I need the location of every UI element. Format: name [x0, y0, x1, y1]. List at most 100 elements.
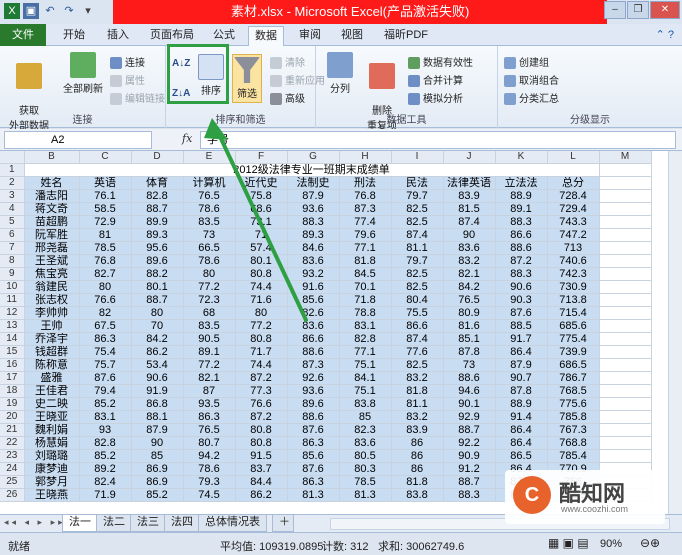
- row-header[interactable]: 9: [0, 267, 25, 282]
- tab-view[interactable]: 视图: [334, 26, 370, 46]
- data-cell[interactable]: 73.1: [235, 215, 288, 230]
- data-cell[interactable]: 88.9: [495, 397, 548, 412]
- data-cell[interactable]: 90.7: [495, 371, 548, 386]
- sheet-tab-2[interactable]: 法二: [96, 515, 132, 532]
- row-header[interactable]: 1: [0, 163, 25, 178]
- data-cell[interactable]: 83.2: [443, 254, 496, 269]
- data-cell[interactable]: 86.9: [131, 462, 184, 477]
- text-to-columns-button[interactable]: 分列: [324, 52, 356, 95]
- data-cell[interactable]: 84.2: [443, 280, 496, 295]
- column-header[interactable]: E: [183, 151, 236, 165]
- data-cell[interactable]: 74.4: [235, 280, 288, 295]
- data-cell[interactable]: 89.1: [183, 345, 236, 360]
- help-icon[interactable]: ⌃ ?: [656, 28, 674, 41]
- data-cell[interactable]: 91.5: [235, 449, 288, 464]
- column-header[interactable]: I: [391, 151, 444, 165]
- select-all-corner[interactable]: [0, 151, 25, 165]
- data-cell[interactable]: 82.3: [339, 423, 392, 438]
- row-header[interactable]: 4: [0, 202, 25, 217]
- data-cell[interactable]: 82.8: [79, 436, 132, 451]
- undo-icon[interactable]: ↶: [42, 3, 58, 19]
- row-header[interactable]: 10: [0, 280, 25, 295]
- data-cell[interactable]: 767.3: [547, 423, 600, 438]
- data-cell[interactable]: 86.5: [495, 449, 548, 464]
- data-cell[interactable]: 75.8: [235, 189, 288, 204]
- header-cell[interactable]: 总分: [547, 176, 600, 191]
- redo-icon[interactable]: ↷: [61, 3, 77, 19]
- data-cell[interactable]: 81.6: [443, 319, 496, 334]
- data-cell[interactable]: 71: [235, 228, 288, 243]
- column-header[interactable]: J: [443, 151, 496, 165]
- header-cell[interactable]: 姓名: [24, 176, 80, 191]
- row-header[interactable]: 8: [0, 254, 25, 269]
- data-cell[interactable]: 83.1: [339, 319, 392, 334]
- data-cell[interactable]: 杨慧娟: [24, 436, 80, 451]
- row-header[interactable]: 13: [0, 319, 25, 334]
- tab-page-layout[interactable]: 页面布局: [144, 26, 200, 46]
- data-cell[interactable]: 94.2: [183, 449, 236, 464]
- properties-button[interactable]: 属性: [110, 72, 145, 88]
- data-cell[interactable]: 82.1: [443, 267, 496, 282]
- data-cell[interactable]: 75.1: [339, 384, 392, 399]
- name-box[interactable]: A2: [4, 131, 152, 149]
- save-icon[interactable]: ▣: [23, 3, 39, 19]
- data-cell[interactable]: 90: [131, 436, 184, 451]
- data-cell[interactable]: 82.7: [79, 267, 132, 282]
- data-cell[interactable]: 91.7: [495, 332, 548, 347]
- data-cell[interactable]: 88.7: [443, 423, 496, 438]
- data-cell[interactable]: 740.6: [547, 254, 600, 269]
- row-header[interactable]: 6: [0, 228, 25, 243]
- data-cell[interactable]: 70: [131, 319, 184, 334]
- data-cell[interactable]: 57.4: [235, 241, 288, 256]
- data-cell[interactable]: 82.8: [131, 189, 184, 204]
- data-cell[interactable]: 88.3: [495, 215, 548, 230]
- data-cell[interactable]: 86: [391, 449, 444, 464]
- row-header[interactable]: 21: [0, 423, 25, 438]
- data-cell[interactable]: 83.8: [339, 397, 392, 412]
- row-header[interactable]: 7: [0, 241, 25, 256]
- data-cell[interactable]: 82.5: [391, 267, 444, 282]
- clear-filter-button[interactable]: 清除: [270, 54, 305, 70]
- data-cell[interactable]: 81.3: [339, 488, 392, 503]
- data-cell[interactable]: 89.9: [131, 215, 184, 230]
- sheet-tab-5[interactable]: 总体情况表: [198, 515, 267, 532]
- data-cell[interactable]: 87.9: [495, 358, 548, 373]
- data-cell[interactable]: 715.4: [547, 306, 600, 321]
- row-header[interactable]: 24: [0, 462, 25, 477]
- data-cell[interactable]: 87: [183, 384, 236, 399]
- group-button[interactable]: 创建组: [504, 54, 549, 70]
- data-cell[interactable]: 90.6: [131, 371, 184, 386]
- data-cell[interactable]: 83.6: [287, 254, 340, 269]
- data-cell[interactable]: 王佳君: [24, 384, 80, 399]
- row-header[interactable]: 2: [0, 176, 25, 191]
- data-cell[interactable]: 81.5: [443, 202, 496, 217]
- data-cell[interactable]: 88.1: [131, 410, 184, 425]
- data-cell[interactable]: 77.3: [235, 384, 288, 399]
- row-header[interactable]: 12: [0, 306, 25, 321]
- sheet-nav-arrows-icon[interactable]: ◂◂ ◂ ▸ ▸▸: [4, 517, 66, 528]
- data-cell[interactable]: 70.1: [339, 280, 392, 295]
- data-cell[interactable]: 87.2: [495, 254, 548, 269]
- data-cell[interactable]: 84.4: [235, 475, 288, 490]
- data-cell[interactable]: 82.5: [391, 202, 444, 217]
- data-cell[interactable]: 77.2: [183, 358, 236, 373]
- close-button[interactable]: ✕: [650, 1, 680, 19]
- data-cell[interactable]: 83.8: [391, 488, 444, 503]
- cell[interactable]: [599, 202, 652, 217]
- data-cell[interactable]: 74.5: [183, 488, 236, 503]
- data-cell[interactable]: 58.5: [79, 202, 132, 217]
- data-cell[interactable]: 768.8: [547, 436, 600, 451]
- data-cell[interactable]: 71.8: [339, 293, 392, 308]
- data-cell[interactable]: 80: [183, 267, 236, 282]
- data-cell[interactable]: 86.8: [131, 397, 184, 412]
- cell[interactable]: [599, 358, 652, 373]
- tab-insert[interactable]: 插入: [100, 26, 136, 46]
- header-cell[interactable]: 计算机: [183, 176, 236, 191]
- data-cell[interactable]: 81.8: [391, 384, 444, 399]
- data-cell[interactable]: 76.5: [443, 293, 496, 308]
- data-cell[interactable]: 85.6: [287, 449, 340, 464]
- cell[interactable]: [599, 332, 652, 347]
- data-cell[interactable]: 88.3: [495, 267, 548, 282]
- cell[interactable]: [599, 163, 652, 178]
- data-cell[interactable]: 王晓燕: [24, 488, 80, 503]
